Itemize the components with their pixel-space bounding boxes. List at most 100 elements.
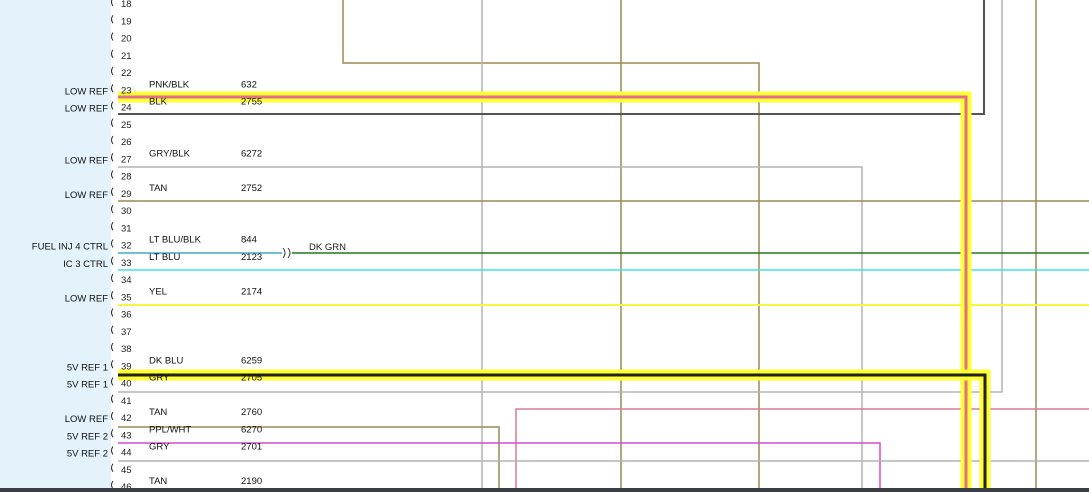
pin-bracket-icon (111, 273, 114, 283)
bottom-scrollbar[interactable] (0, 488, 1089, 492)
circuit-number: 2123 (241, 252, 262, 263)
wire-color-label: YEL (149, 286, 167, 297)
pin-number: 22 (121, 68, 132, 79)
circuit-number: 2760 (241, 407, 262, 418)
pin-bracket-icon (111, 118, 114, 128)
circuit-number: 844 (241, 235, 257, 246)
wire-color-label: GRY (149, 373, 170, 384)
circuit-number: 2190 (241, 476, 262, 487)
pin-number: 39 (121, 361, 132, 372)
circuit-number: 2755 (241, 97, 262, 108)
pin-bracket-icon (111, 325, 114, 335)
pin-function-label: 5V REF 2 (67, 449, 108, 460)
pin-bracket-icon (111, 377, 114, 386)
splice-label: DK GRN (309, 242, 346, 253)
pin-function-label: LOW REF (65, 155, 108, 166)
pin-function-label: LOW REF (65, 293, 108, 304)
circuit-number: 2174 (241, 286, 262, 297)
wire-color-label: GRY/BLK (149, 148, 191, 159)
pin-bracket-icon (111, 66, 114, 76)
wire-color-label: GRY (149, 442, 170, 453)
pin-number: 28 (121, 172, 132, 183)
wire-color-label: LT BLU/BLK (149, 235, 202, 246)
circuit-number: 6270 (241, 424, 262, 435)
wire-gray-vertical-1002 (118, 0, 1003, 393)
pin-number: 43 (121, 430, 132, 441)
pin-number: 35 (121, 292, 132, 303)
pin-function-label: LOW REF (65, 86, 108, 97)
circuit-number: 2705 (241, 373, 262, 384)
wire-color-label: BLK (149, 97, 168, 108)
pin-function-label: FUEL INJ 4 CTRL (32, 242, 108, 253)
circuit-number: 6272 (241, 148, 262, 159)
pin-number: 29 (121, 189, 132, 200)
wiring-diagram: 18 19 20 21 22 23 LOW REF PNK/BLK 632 24 LOW REF BL… (0, 0, 1089, 492)
pin-bracket-icon (111, 463, 114, 473)
pin-bracket-icon (111, 308, 114, 317)
pin-number: 27 (121, 154, 132, 165)
pin-number: 33 (121, 258, 132, 269)
pin-bracket-icon (111, 14, 114, 24)
pin-number: 20 (121, 34, 132, 45)
circuit-number: 632 (241, 79, 257, 90)
pin-bracket-icon (111, 135, 114, 145)
pin-bracket-icon (111, 239, 114, 248)
pin-number: 18 (121, 0, 132, 10)
pin-bracket-icon (111, 446, 114, 455)
pin-bracket-icon (111, 394, 114, 404)
pin-number: 40 (121, 379, 132, 390)
wire-color-label: PNK/BLK (149, 79, 190, 90)
pin-number: 44 (121, 448, 132, 459)
wire-tan-42 (118, 426, 500, 492)
wire-color-label: DK BLU (149, 355, 183, 366)
pin-number: 38 (121, 344, 132, 355)
pin-bracket-icon (111, 0, 114, 7)
wire-color-label: TAN (149, 476, 167, 487)
pin-bracket-icon (111, 359, 114, 369)
pin-number: 25 (121, 120, 132, 131)
pin-bracket-icon (111, 152, 114, 162)
pin-function-label: 5V REF 2 (67, 431, 108, 442)
pin-bracket-icon (111, 32, 114, 41)
wire-color-label: TAN (149, 407, 167, 418)
pin-function-label: 5V REF 1 (67, 362, 108, 373)
wire-color-label: PPL/WHT (149, 424, 191, 435)
pin-bracket-icon (111, 290, 114, 300)
pin-number: 45 (121, 465, 132, 476)
pin-number: 21 (121, 51, 132, 62)
pin-function-label: 5V REF 1 (67, 380, 108, 391)
wire-color-label: LT BLU (149, 252, 180, 263)
pin-number: 26 (121, 137, 132, 148)
pin-number: 19 (121, 16, 132, 27)
splice-connector-icon (282, 247, 291, 259)
circuit-number: 2701 (241, 442, 262, 453)
circuit-number: 2752 (241, 183, 262, 194)
pin-bracket-icon (111, 428, 114, 438)
pin-bracket-icon (111, 170, 114, 179)
pin-function-label: LOW REF (65, 104, 108, 115)
pin-number: 42 (121, 413, 132, 424)
pin-function-label: LOW REF (65, 190, 108, 201)
pin-bracket-icon (111, 49, 114, 59)
pin-number: 30 (121, 206, 132, 217)
pin-bracket-icon (111, 83, 114, 93)
wire-color-label: TAN (149, 183, 167, 194)
pin-function-label: IC 3 CTRL (63, 259, 108, 270)
wire-tan-upper-loop (342, 0, 760, 492)
wire-layer (118, 0, 1089, 492)
pin-number: 34 (121, 275, 132, 286)
pin-bracket-icon (111, 256, 114, 266)
wire-pink-410 (515, 408, 1089, 492)
pin-bracket-icon (111, 221, 114, 231)
pin-number: 23 (121, 85, 132, 96)
pin-bracket-icon (111, 204, 114, 214)
circuit-number: 6259 (241, 355, 262, 366)
pin-number: 36 (121, 310, 132, 321)
pin-number: 32 (121, 241, 132, 252)
pin-number: 31 (121, 223, 132, 234)
pin-function-label: LOW REF (65, 414, 108, 425)
pin-bracket-icon (111, 187, 114, 197)
pin-bracket-icon (111, 342, 114, 352)
pin-bracket-icon (111, 101, 114, 110)
pin-number: 37 (121, 327, 132, 338)
